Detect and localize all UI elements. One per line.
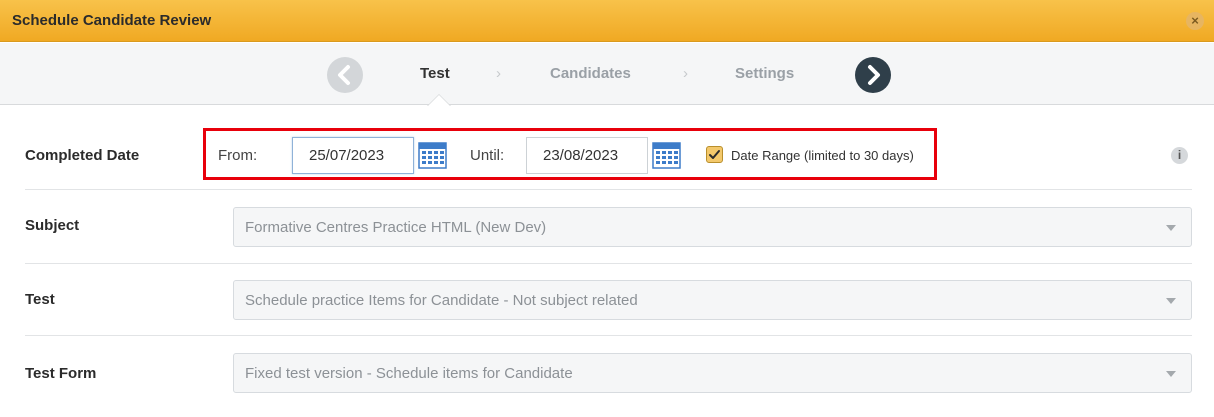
- dialog-titlebar: Schedule Candidate Review ×: [0, 0, 1214, 42]
- checkmark-icon: [709, 150, 720, 159]
- row-divider: [25, 263, 1192, 264]
- step-settings[interactable]: Settings: [735, 65, 794, 82]
- step-separator: ›: [683, 65, 688, 82]
- test-form-value: Fixed test version - Schedule items for …: [245, 365, 573, 382]
- from-calendar-icon[interactable]: [418, 140, 447, 169]
- step-candidates[interactable]: Candidates: [550, 65, 631, 82]
- completed-date-label: Completed Date: [25, 147, 140, 164]
- until-date-input[interactable]: 23/08/2023: [526, 137, 648, 174]
- until-calendar-icon[interactable]: [652, 140, 681, 169]
- subject-select[interactable]: Formative Centres Practice HTML (New Dev…: [233, 207, 1192, 247]
- active-step-pointer-fill: [428, 95, 450, 106]
- chevron-left-icon: [338, 65, 350, 85]
- test-value: Schedule practice Items for Candidate - …: [245, 292, 638, 309]
- dialog-title: Schedule Candidate Review: [12, 12, 212, 29]
- step-test[interactable]: Test: [420, 65, 450, 82]
- info-icon[interactable]: i: [1171, 147, 1188, 164]
- from-date-input[interactable]: 25/07/2023: [292, 137, 414, 174]
- caret-down-icon: [1166, 371, 1176, 377]
- subject-label: Subject: [25, 217, 80, 234]
- wizard-nav: Test › Candidates › Settings: [0, 43, 1214, 105]
- caret-down-icon: [1166, 298, 1176, 304]
- row-divider: [25, 335, 1192, 336]
- previous-step-button[interactable]: [327, 57, 363, 93]
- next-step-button[interactable]: [855, 57, 891, 93]
- caret-down-icon: [1166, 225, 1176, 231]
- test-form-label: Test Form: [25, 365, 97, 382]
- step-separator: ›: [496, 65, 501, 82]
- date-range-label: Date Range (limited to 30 days): [731, 148, 914, 163]
- subject-value: Formative Centres Practice HTML (New Dev…: [245, 219, 547, 236]
- until-label: Until:: [470, 147, 505, 164]
- from-label: From:: [218, 147, 258, 164]
- row-divider: [25, 189, 1192, 190]
- chevron-right-icon: [868, 65, 880, 85]
- test-label: Test: [25, 291, 55, 308]
- test-form-select[interactable]: Fixed test version - Schedule items for …: [233, 353, 1192, 393]
- date-range-checkbox[interactable]: [706, 146, 723, 163]
- test-select[interactable]: Schedule practice Items for Candidate - …: [233, 280, 1192, 320]
- close-icon[interactable]: ×: [1186, 12, 1204, 30]
